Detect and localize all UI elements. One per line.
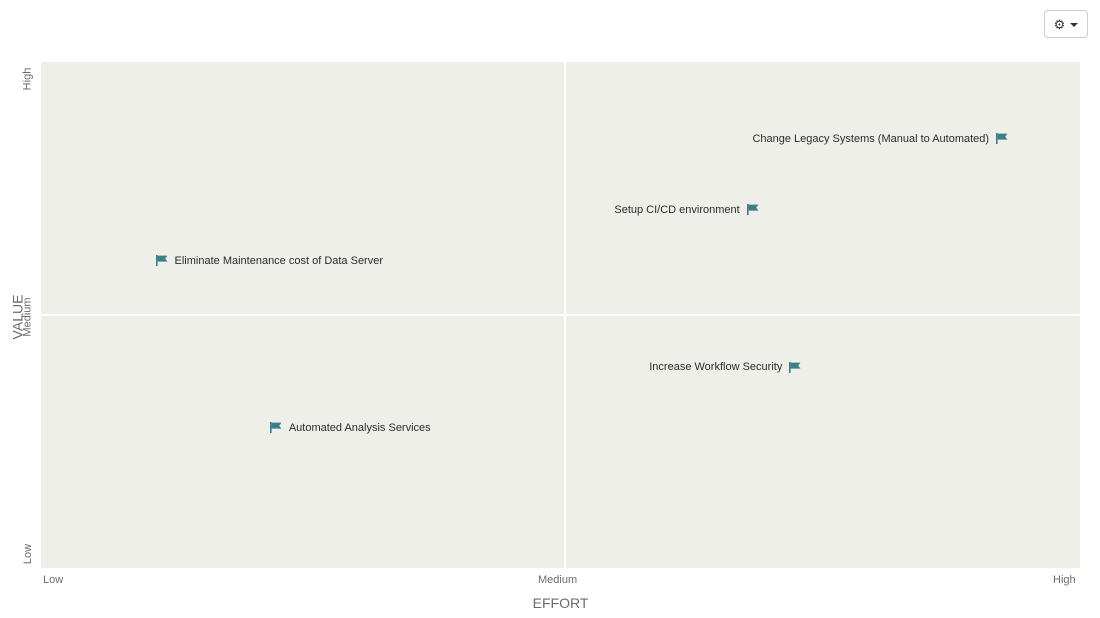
x-axis-label: EFFORT bbox=[532, 595, 589, 611]
flag-icon bbox=[155, 255, 168, 267]
flag-icon bbox=[996, 133, 1008, 145]
caret-down-icon bbox=[1070, 22, 1079, 27]
y-tick-high: High bbox=[21, 67, 34, 91]
settings-dropdown-button[interactable]: ⚙ bbox=[1044, 10, 1088, 38]
y-axis-label: VALUE bbox=[9, 294, 26, 340]
roadmap-item-label: Automated Analysis Services bbox=[288, 421, 431, 434]
roadmap-item[interactable]: Setup CI/CD environment bbox=[614, 203, 759, 216]
roadmap-item-label: Eliminate Maintenance cost of Data Serve… bbox=[174, 254, 384, 267]
flag-icon bbox=[789, 361, 801, 373]
roadmap-item-label: Increase Workflow Security bbox=[649, 361, 783, 374]
roadmap-item[interactable]: Automated Analysis Services bbox=[269, 421, 431, 434]
x-tick-high: High bbox=[1053, 574, 1076, 586]
roadmap-item-label: Setup CI/CD environment bbox=[614, 203, 740, 216]
quadrant-plot-area: Change Legacy Systems (Manual to Automat… bbox=[41, 62, 1080, 568]
horizontal-quadrant-divider bbox=[41, 314, 1080, 316]
roadmap-item-label: Change Legacy Systems (Manual to Automat… bbox=[752, 132, 990, 145]
x-tick-low: Low bbox=[43, 574, 64, 586]
y-tick-low: Low bbox=[22, 543, 35, 565]
roadmap-item[interactable]: Eliminate Maintenance cost of Data Serve… bbox=[155, 254, 384, 267]
roadmap-item[interactable]: Change Legacy Systems (Manual to Automat… bbox=[752, 133, 1008, 145]
flag-icon bbox=[269, 422, 282, 434]
x-tick-medium: Medium bbox=[538, 574, 578, 586]
gear-icon: ⚙ bbox=[1053, 16, 1066, 32]
flag-icon bbox=[746, 204, 759, 216]
roadmap-item[interactable]: Increase Workflow Security bbox=[649, 361, 801, 373]
